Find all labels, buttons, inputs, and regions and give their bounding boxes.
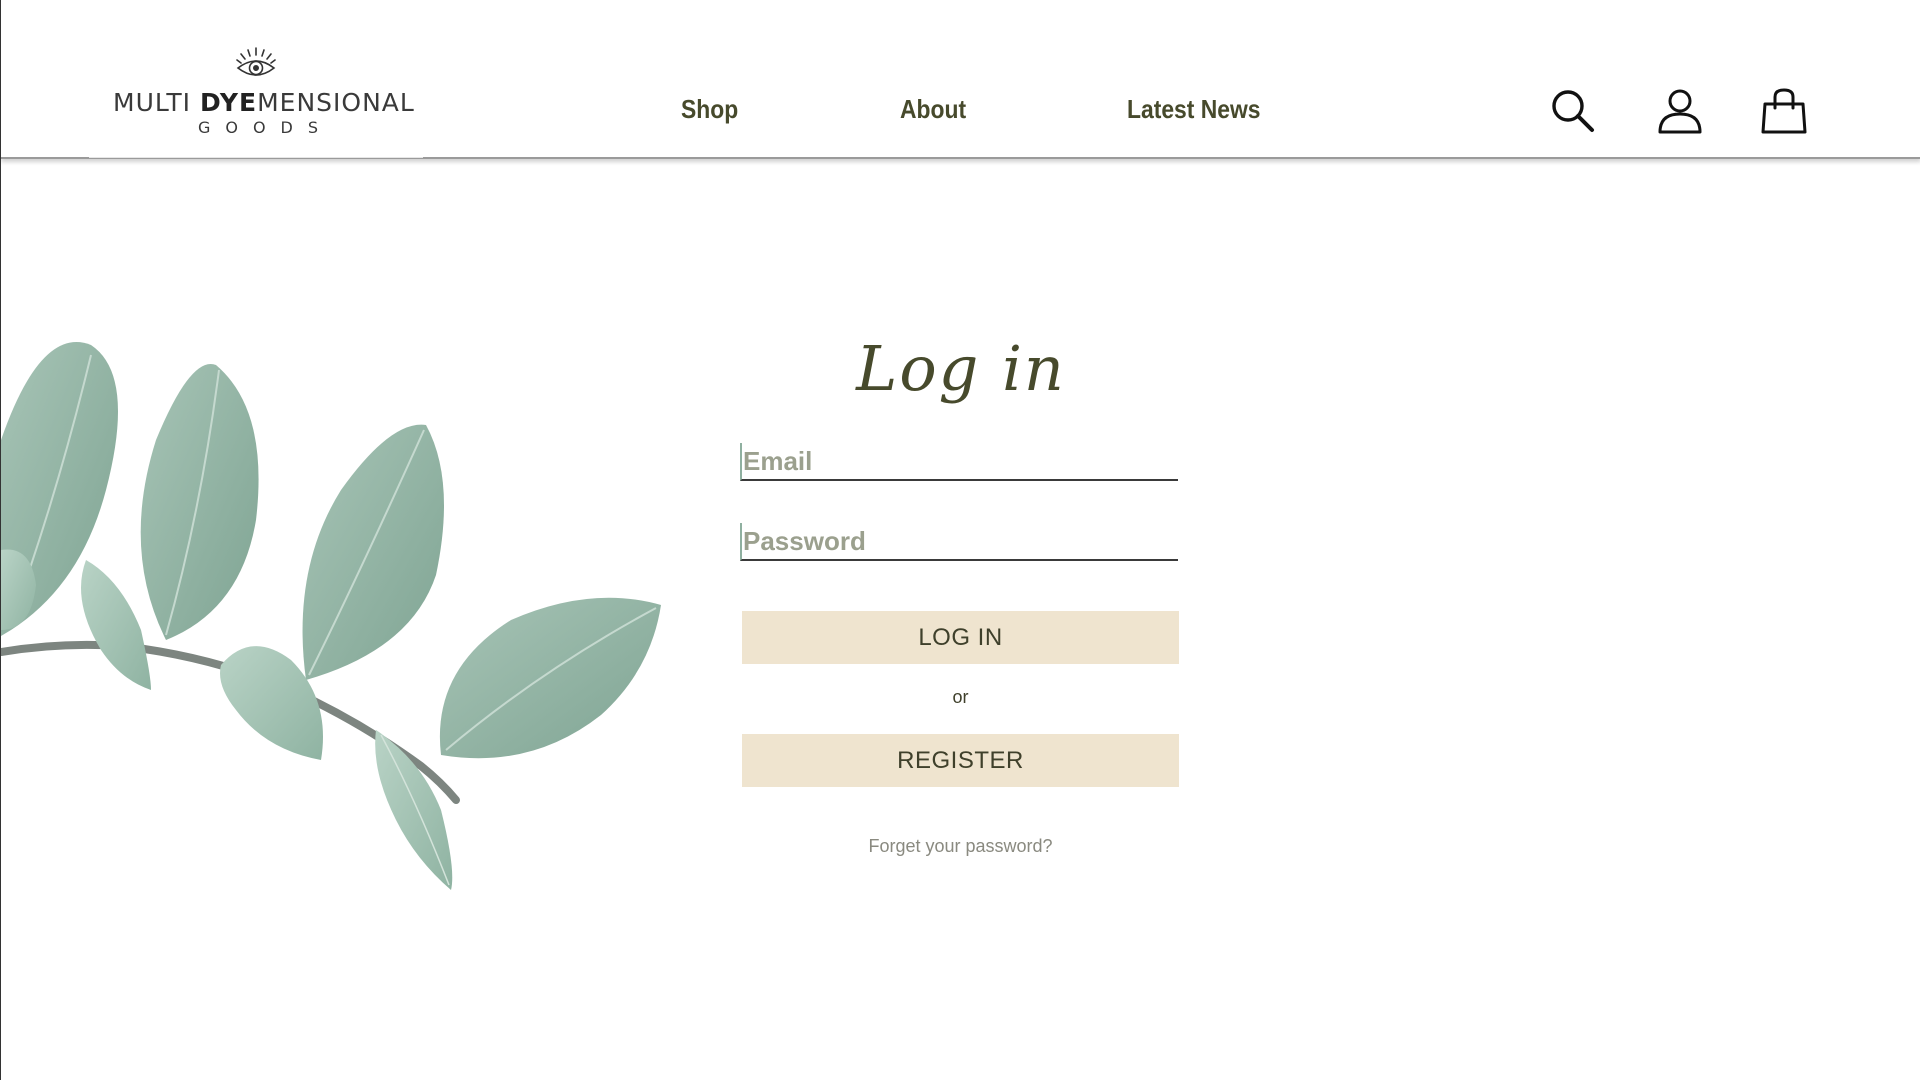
page: MULTI DYEMENSIONAL GOODS Shop About Late…: [0, 0, 1920, 1080]
login-button[interactable]: LOG IN: [742, 611, 1179, 664]
register-button[interactable]: REGISTER: [742, 734, 1179, 787]
or-divider-text: or: [952, 687, 969, 707]
forgot-password-link[interactable]: Forget your password?: [742, 836, 1179, 857]
site-header: MULTI DYEMENSIONAL GOODS Shop About Late…: [1, 0, 1920, 159]
logo-wordmark: MULTI DYEMENSIONAL: [113, 88, 414, 117]
email-field[interactable]: [740, 443, 1178, 481]
login-title: Log in: [856, 332, 1066, 405]
nav-about[interactable]: About: [900, 94, 966, 125]
account-icon[interactable]: [1657, 88, 1703, 134]
logo-word-dye: DYE: [199, 88, 258, 117]
password-field[interactable]: [740, 523, 1178, 561]
leaf-branch-illustration: [1, 342, 661, 890]
eye-logo-icon: [236, 47, 276, 76]
site-logo[interactable]: MULTI DYEMENSIONAL GOODS: [89, 0, 423, 158]
nav-latest-news[interactable]: Latest News: [1127, 94, 1261, 125]
logo-word-mensional: MENSIONAL: [257, 88, 415, 117]
shopping-bag-icon[interactable]: [1761, 88, 1807, 134]
logo-subtitle: GOODS: [197, 118, 334, 137]
logo-word-multi: MULTI: [113, 88, 191, 117]
nav-shop[interactable]: Shop: [681, 94, 738, 125]
search-icon[interactable]: [1550, 88, 1596, 134]
